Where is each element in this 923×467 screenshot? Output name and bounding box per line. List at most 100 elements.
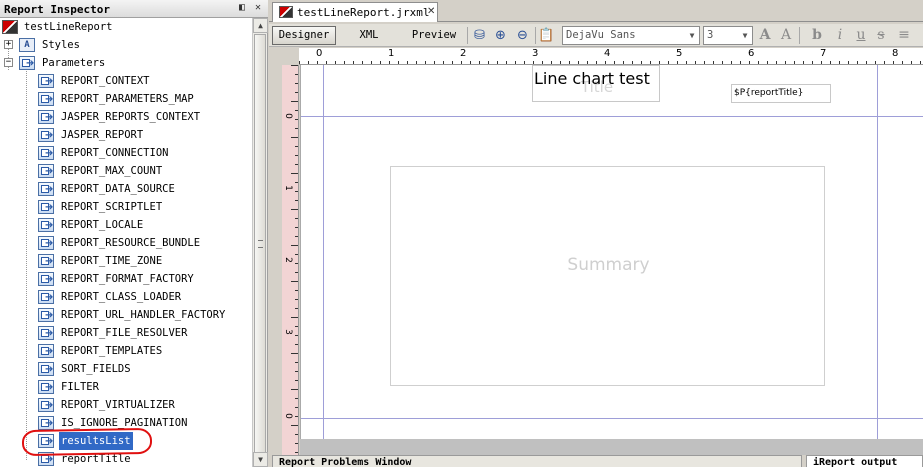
ruler-label: 1 — [282, 185, 293, 191]
parameter-icon — [38, 217, 54, 235]
designer-button[interactable]: Designer — [272, 26, 336, 45]
ruler-label: 1 — [388, 48, 395, 59]
tab-report-problems[interactable]: Report Problems Window — [272, 455, 802, 467]
param-label: SORT_FIELDS — [61, 363, 131, 375]
chart-title-text[interactable]: Line chart test — [534, 69, 650, 88]
parameter-icon — [38, 397, 54, 415]
ruler-label: 2 — [282, 257, 293, 263]
tree-item-styles[interactable]: + A Styles — [4, 36, 204, 54]
parameter-icon — [38, 307, 54, 325]
parameter-icon — [38, 181, 54, 199]
param-label: REPORT_DATA_SOURCE — [61, 183, 175, 195]
report-tree: testLineReport + A Styles − Parameters R… — [0, 18, 252, 467]
parameter-icon — [38, 73, 54, 91]
tab-ireport-output[interactable]: iReport output — [806, 455, 923, 467]
param-label: REPORT_RESOURCE_BUNDLE — [61, 237, 201, 249]
zoom-in-icon[interactable]: ⊕ — [492, 27, 509, 44]
preview-button[interactable]: Preview — [407, 26, 461, 45]
styles-icon: A — [19, 38, 35, 52]
param-label: REPORT_FORMAT_FACTORY — [61, 273, 194, 285]
more-format-icon[interactable]: ≡ — [895, 27, 913, 44]
parameter-icon — [38, 235, 54, 253]
ruler-label: 7 — [820, 48, 827, 59]
ruler-label: 3 — [282, 329, 293, 335]
ruler-label: 3 — [532, 48, 539, 59]
tree-item-label: Styles — [42, 39, 80, 51]
param-label: JASPER_REPORT — [61, 129, 144, 141]
scroll-up-icon[interactable]: ▲ — [253, 18, 268, 33]
font-size-select[interactable]: 3 ▼ — [703, 26, 753, 45]
increase-font-icon[interactable]: A — [756, 27, 774, 44]
report-editor: testLineReport.jrxml ✕ Designer XML Prev… — [269, 0, 923, 467]
parameter-icon — [38, 361, 54, 379]
font-name-value: DejaVu Sans — [566, 29, 636, 41]
report-canvas[interactable]: Title Line chart test $P{reportTitle} Su… — [300, 65, 923, 439]
report-inspector-header: Report Inspector ◧ ✕ — [0, 0, 268, 18]
param-label: REPORT_FILE_RESOLVER — [61, 327, 188, 339]
minimize-icon[interactable]: ◧ — [236, 2, 248, 14]
tree-connector — [26, 68, 27, 460]
parameter-icon — [38, 109, 54, 127]
ruler-label: 4 — [604, 48, 611, 59]
param-label: REPORT_TIME_ZONE — [61, 255, 163, 267]
paste-icon[interactable]: 📋 — [538, 27, 555, 44]
report-inspector-title: Report Inspector — [4, 3, 110, 16]
report-title-textfield[interactable]: $P{reportTitle} — [731, 84, 831, 103]
toolbar-separator — [799, 27, 800, 44]
summary-band[interactable]: Summary — [390, 166, 825, 386]
canvas-bottom-area — [300, 439, 923, 455]
tree-item-parameters[interactable]: − Parameters — [4, 54, 204, 73]
param-label: FILTER — [61, 381, 99, 393]
parameter-icon — [38, 145, 54, 163]
margin-guide — [323, 65, 324, 439]
font-name-select[interactable]: DejaVu Sans ▼ — [562, 26, 700, 45]
tree-item-label: testLineReport — [24, 21, 113, 33]
ruler-label: 2 — [460, 48, 467, 59]
parameter-icon — [38, 253, 54, 271]
parameter-icon — [38, 379, 54, 397]
param-label: REPORT_TEMPLATES — [61, 345, 163, 357]
param-label: REPORT_URL_HANDLER_FACTORY — [61, 309, 226, 321]
ruler-label: 0 — [316, 48, 323, 59]
param-label: REPORT_SCRIPTLET — [61, 201, 163, 213]
margin-guide — [877, 65, 878, 439]
database-icon[interactable]: ⛁ — [471, 27, 488, 44]
tab-label: testLineReport.jrxml — [297, 6, 430, 19]
parameter-icon — [38, 91, 54, 109]
strikethrough-icon[interactable]: s — [872, 27, 890, 44]
report-icon — [2, 20, 18, 34]
chevron-down-icon: ▼ — [689, 31, 695, 40]
band-guide — [301, 418, 923, 419]
close-tab-icon[interactable]: ✕ — [427, 6, 435, 17]
parameter-icon — [38, 289, 54, 307]
band-guide — [301, 116, 923, 117]
ruler-label: 0 — [282, 413, 293, 419]
scroll-down-icon[interactable]: ▼ — [253, 452, 268, 467]
tab-label: iReport output — [813, 457, 898, 467]
toolbar-separator — [535, 27, 536, 44]
underline-icon[interactable]: u — [852, 27, 870, 44]
close-icon[interactable]: ✕ — [252, 2, 264, 14]
collapse-icon[interactable]: − — [4, 58, 13, 67]
toolbar-separator — [467, 27, 468, 44]
italic-icon[interactable]: i — [831, 27, 849, 44]
vertical-ruler: 0 1 2 3 0 — [282, 65, 299, 455]
expand-icon[interactable]: + — [4, 40, 13, 49]
parameter-icon — [38, 127, 54, 145]
ruler-label: 0 — [282, 113, 293, 119]
tree-scrollbar[interactable]: ▲ ▼ — [252, 18, 268, 467]
param-label: REPORT_LOCALE — [61, 219, 144, 231]
font-size-value: 3 — [707, 29, 714, 41]
xml-button[interactable]: XML — [349, 26, 389, 45]
tree-item-label: Parameters — [42, 57, 106, 69]
bold-icon[interactable]: b — [808, 27, 826, 44]
tab-testlinereport[interactable]: testLineReport.jrxml ✕ — [272, 2, 438, 22]
parameter-icon — [38, 163, 54, 181]
ruler-label: 5 — [676, 48, 683, 59]
decrease-font-icon[interactable]: A — [777, 27, 795, 44]
zoom-out-icon[interactable]: ⊖ — [514, 27, 531, 44]
parameter-icon — [38, 415, 54, 433]
param-label: REPORT_CONTEXT — [61, 75, 150, 87]
scroll-thumb[interactable] — [254, 34, 266, 454]
report-inspector-panel: Report Inspector ◧ ✕ testLineReport + A … — [0, 0, 268, 467]
